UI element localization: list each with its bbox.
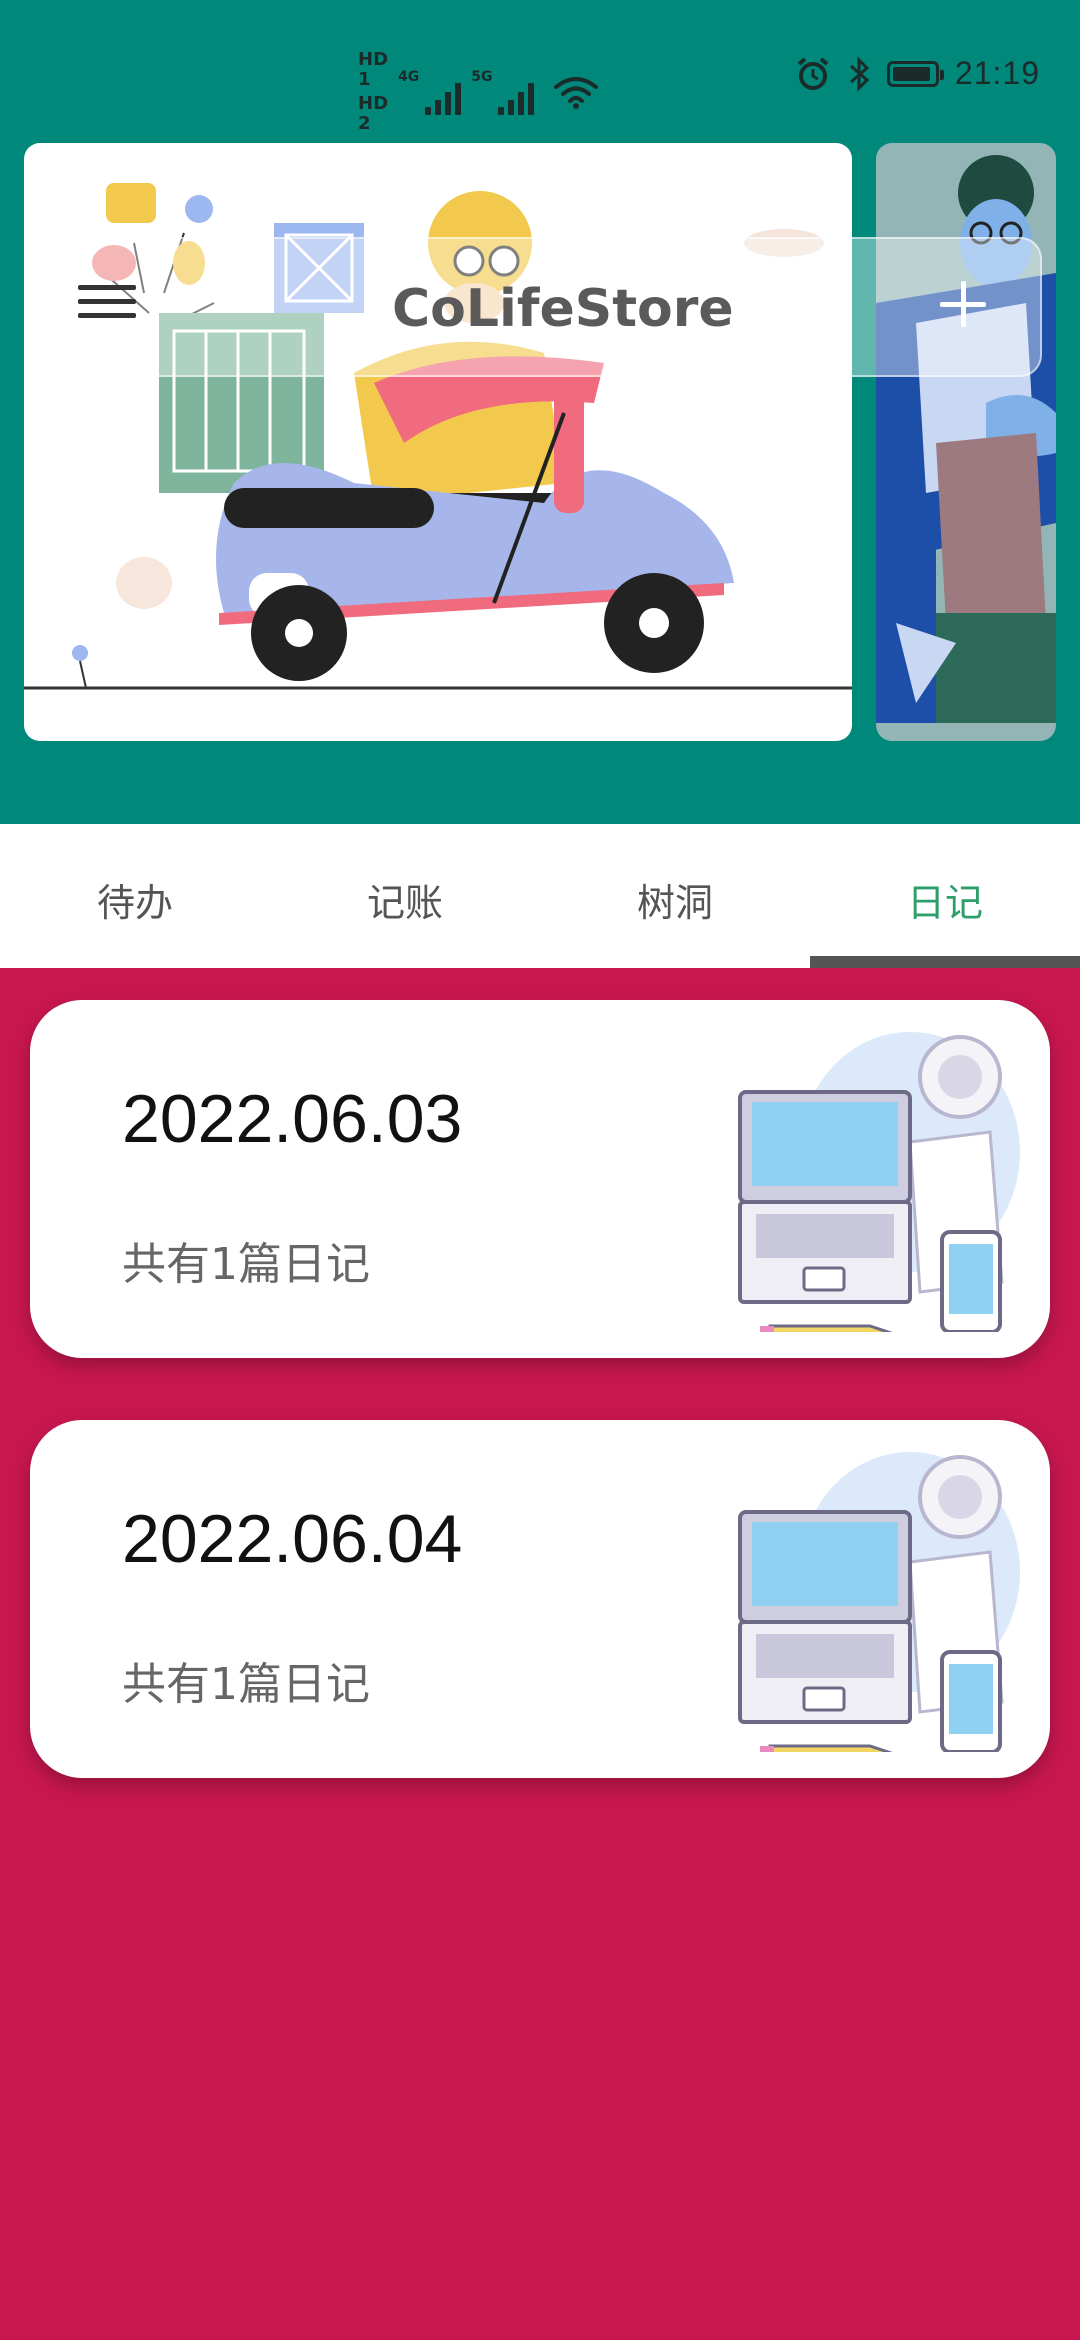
signal-1-icon: 4G: [398, 69, 462, 115]
tab-indicator: [810, 956, 1080, 968]
signal-2-icon: 5G: [471, 69, 535, 115]
menu-button[interactable]: [78, 285, 136, 333]
banner-card-scooter[interactable]: [24, 143, 852, 741]
reader-illustration: [876, 155, 1056, 723]
tab-diary[interactable]: 日记: [810, 824, 1080, 968]
banner-card-reader[interactable]: [876, 143, 1056, 741]
diary-card[interactable]: 2022.06.04 共有1篇日记: [30, 1420, 1050, 1778]
tab-todo[interactable]: 待办: [0, 824, 270, 968]
tab-bar: 待办 记账 树洞 日记: [0, 824, 1080, 968]
bluetooth-icon: [849, 55, 870, 92]
laptop-illustration: [738, 1452, 1020, 1752]
status-bar: HD 1 HD 2 4G 5G 21:19: [0, 0, 1080, 140]
system-indicators: 21:19: [795, 55, 1040, 92]
diary-card[interactable]: 2022.06.03 共有1篇日记: [30, 1000, 1050, 1358]
wifi-icon: [554, 77, 599, 109]
add-button[interactable]: [928, 269, 998, 339]
app-title: CoLifeStore: [392, 279, 734, 339]
tab-accounting[interactable]: 记账: [270, 824, 540, 968]
diary-date: 2022.06.04: [122, 1501, 463, 1577]
battery-icon: [886, 60, 944, 87]
diary-date: 2022.06.03: [122, 1081, 463, 1157]
laptop-illustration: [738, 1032, 1020, 1332]
network-type-1: 4G: [398, 69, 420, 85]
tab-tree-hole[interactable]: 树洞: [540, 824, 810, 968]
diary-count: 共有1篇日记: [122, 1659, 370, 1710]
diary-count: 共有1篇日记: [122, 1239, 370, 1290]
menu-icon: [78, 285, 136, 290]
status-time: 21:19: [954, 55, 1040, 91]
scooter-rider-illustration: [24, 183, 852, 690]
alarm-icon: [797, 56, 829, 90]
network-indicators: HD 1 HD 2 4G 5G: [358, 49, 599, 134]
network-type-2: 5G: [471, 69, 493, 85]
app-bar: CoLifeStore: [36, 237, 1042, 377]
hd-badge: HD 1 HD 2: [358, 49, 389, 134]
